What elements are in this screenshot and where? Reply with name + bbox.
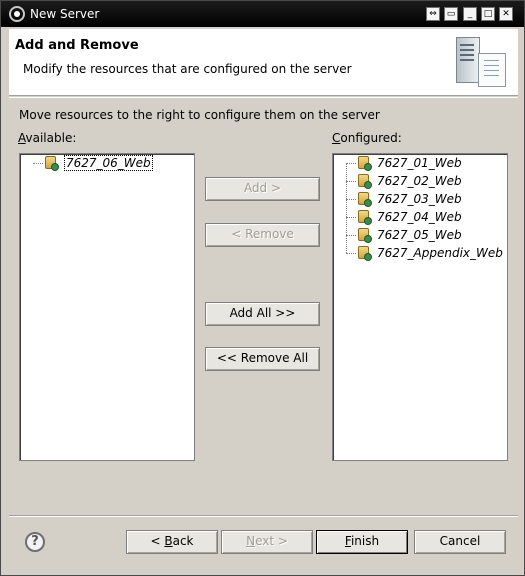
new-server-dialog: New Server ⇔ ▭ _ □ ✕ Add and Remove Modi…: [0, 0, 525, 576]
next-button[interactable]: Next >: [221, 530, 313, 554]
web-project-icon: [358, 156, 372, 171]
configured-label: Configured:: [332, 131, 402, 145]
minimize-button[interactable]: _: [463, 7, 477, 21]
page-title: Add and Remove: [15, 38, 139, 53]
web-project-icon: [358, 228, 372, 243]
remove-all-button[interactable]: << Remove All: [205, 347, 320, 371]
web-project-icon: [45, 156, 59, 171]
add-button[interactable]: Add >: [205, 177, 320, 201]
maximize-button[interactable]: □: [481, 7, 495, 21]
header-separator: [9, 97, 518, 98]
web-project-icon: [358, 246, 372, 261]
configured-list[interactable]: 7627_01_Web 7627_02_Web 7627_03_Web 7627…: [332, 153, 508, 461]
web-project-icon: [358, 192, 372, 207]
close-button[interactable]: ✕: [499, 7, 513, 21]
add-all-button[interactable]: Add All >>: [205, 302, 320, 326]
wizard-header: Add and Remove Modify the resources that…: [9, 29, 518, 96]
cancel-button[interactable]: Cancel: [414, 530, 506, 554]
page-description: Modify the resources that are configured…: [23, 62, 352, 76]
web-project-icon: [358, 210, 372, 225]
remove-button[interactable]: < Remove: [205, 223, 320, 247]
instructions-text: Move resources to the right to configure…: [19, 108, 380, 122]
available-label: Available:: [18, 131, 77, 145]
title-bar[interactable]: New Server ⇔ ▭ _ □ ✕: [1, 1, 524, 27]
window-title: New Server: [30, 7, 100, 21]
finish-button[interactable]: Finish: [316, 530, 408, 554]
eclipse-app-icon: [9, 6, 25, 22]
restore-icon[interactable]: ▭: [444, 7, 458, 21]
pin-icon[interactable]: ⇔: [426, 7, 440, 21]
back-button[interactable]: < Back: [126, 530, 218, 554]
available-list[interactable]: 7627_06_Web: [19, 153, 195, 461]
server-wizard-icon: [454, 37, 506, 87]
footer-separator: [9, 515, 518, 517]
help-icon[interactable]: ?: [25, 532, 45, 552]
web-project-icon: [358, 174, 372, 189]
